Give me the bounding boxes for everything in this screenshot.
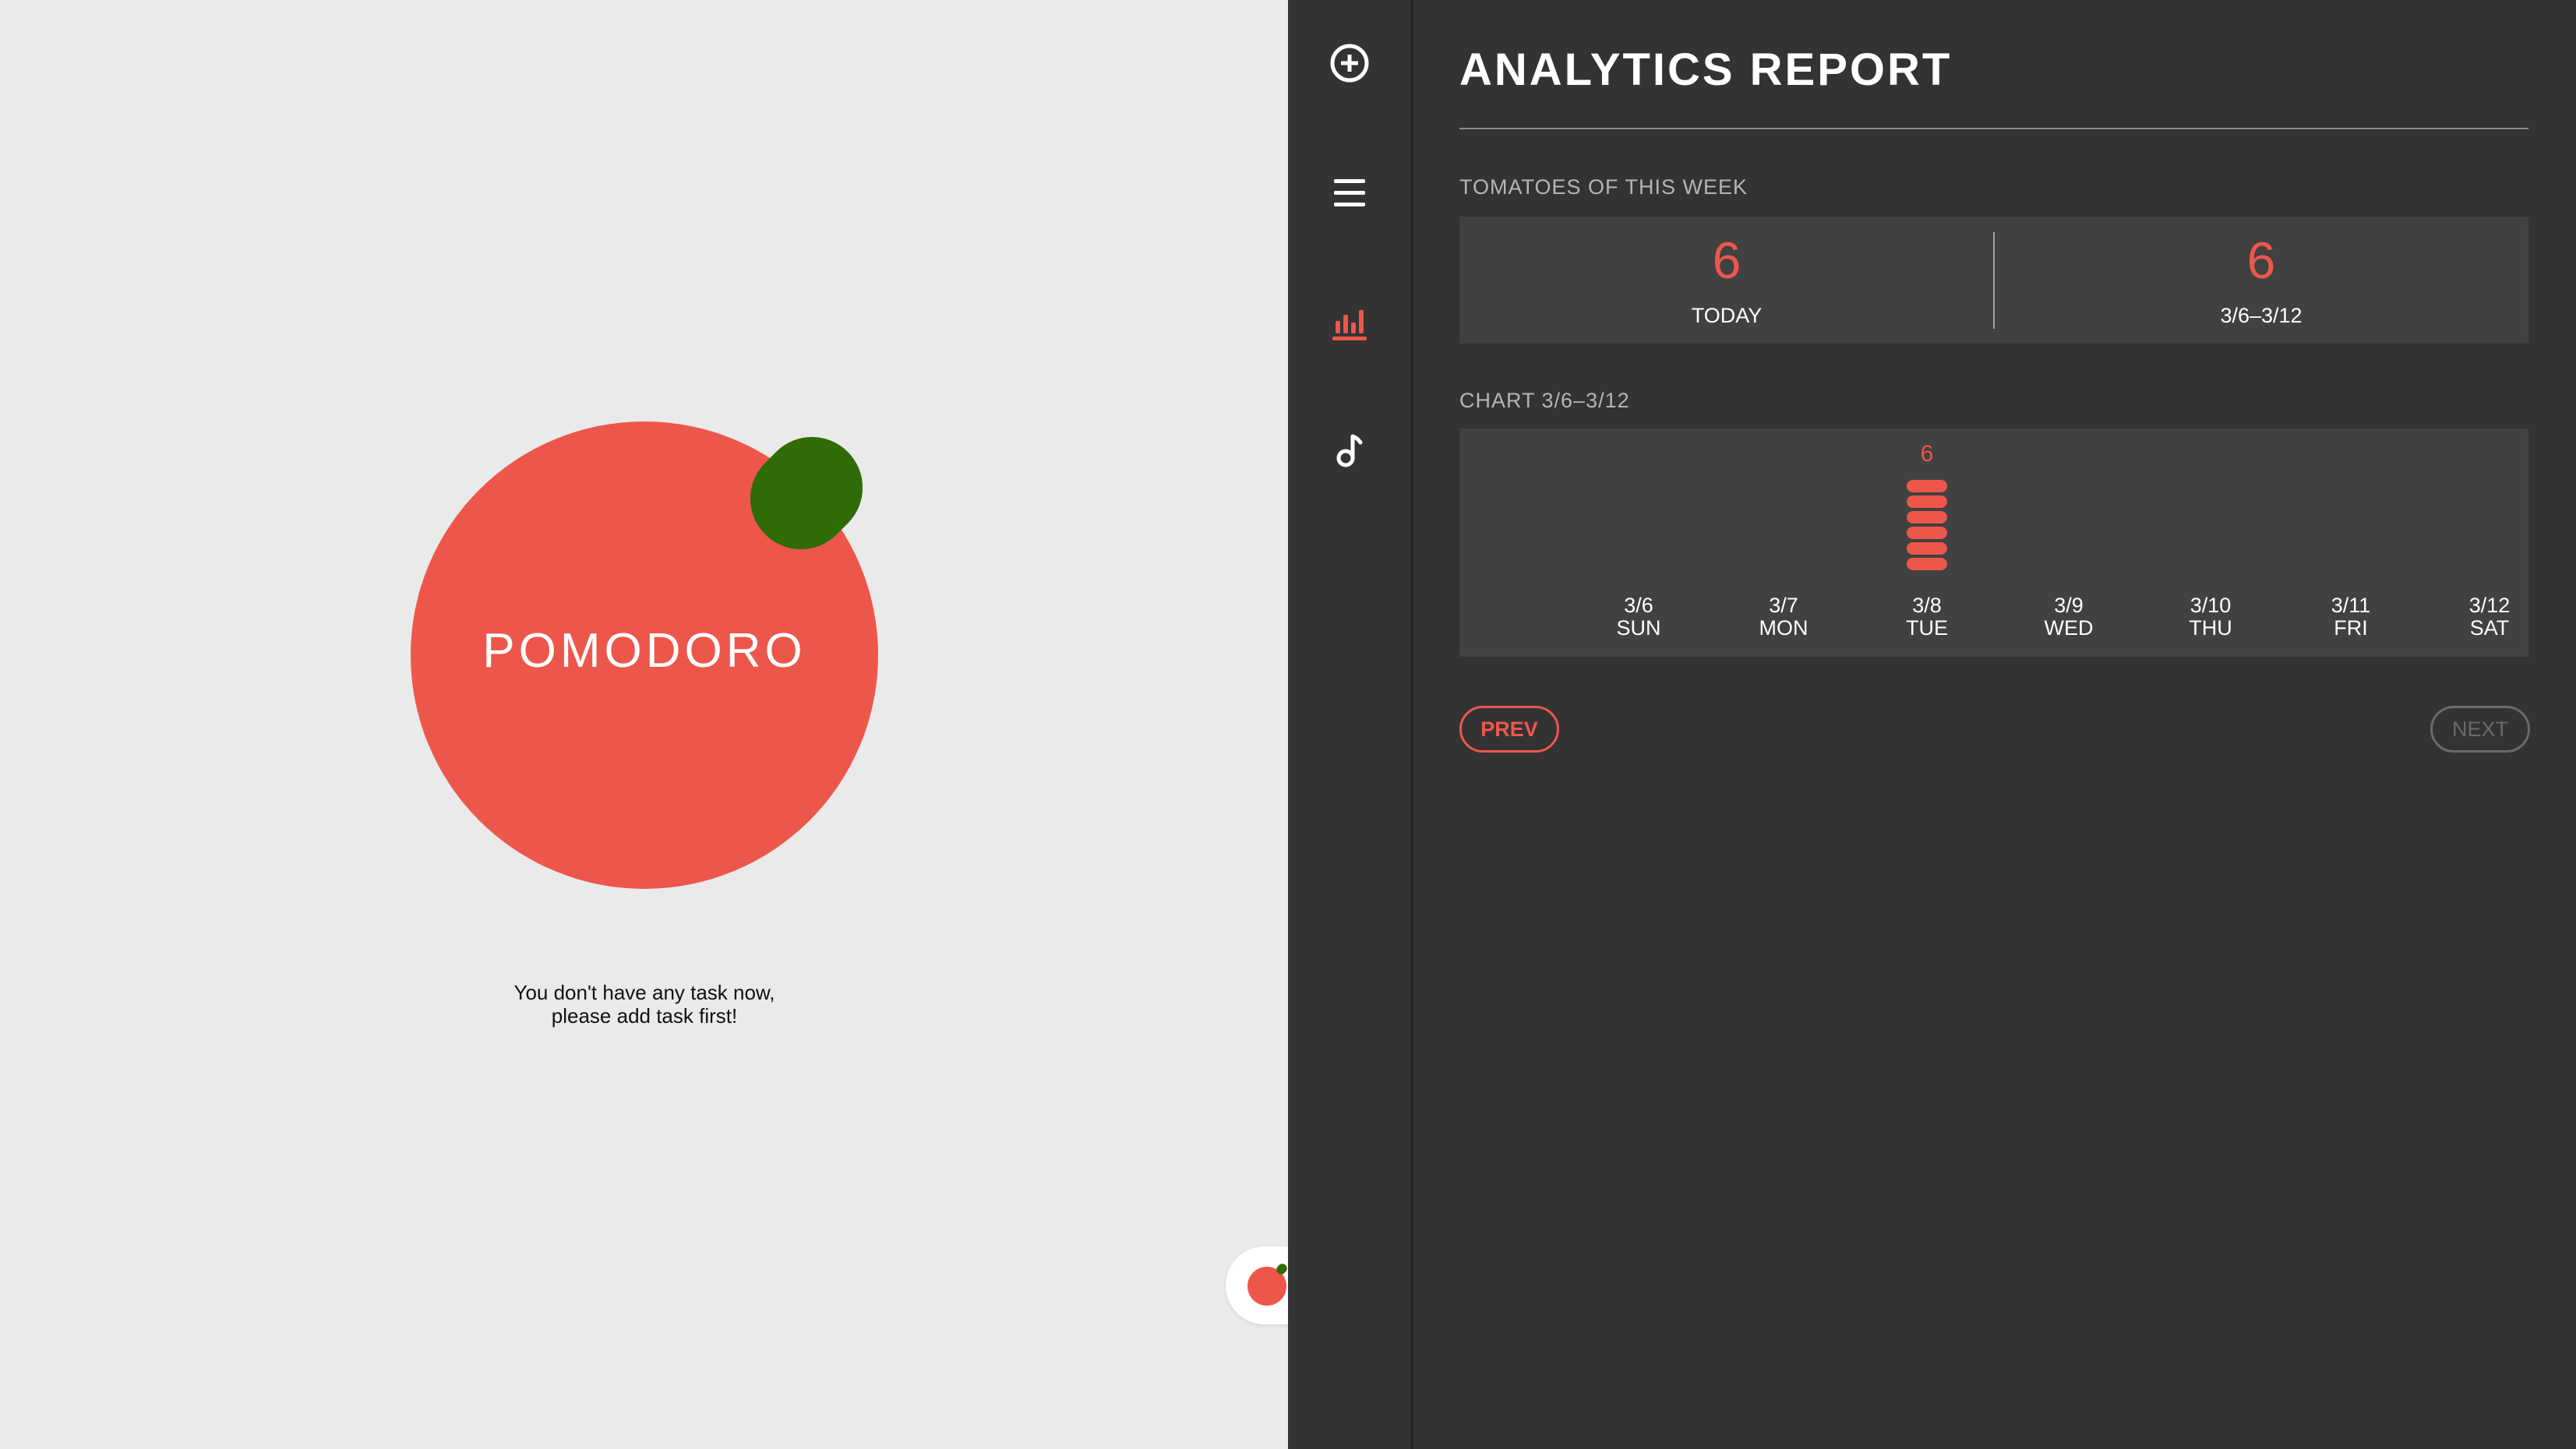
chart-date-label: 3/8 [1912,594,1942,617]
chart-day-1: 3/7 MON [1729,428,1838,657]
empty-task-message-line1: You don't have any task now, [513,981,775,1004]
today-count: 6 [1712,231,1741,289]
bar-chart-icon [1332,310,1367,340]
week-count: 6 [2246,231,2276,289]
prev-week-button[interactable]: PREV [1459,706,1559,753]
next-week-button[interactable]: NEXT [2430,706,2530,753]
chart-tomato-mark [1907,495,1947,508]
menu-icon [1334,179,1365,206]
page-title: ANALYTICS REPORT [1459,44,1953,95]
stats-card: 6 TODAY 6 3/6–3/12 [1459,217,2528,344]
chart-weekday-label: TUE [1906,616,1948,640]
chart-day-5: 3/11 FRI [2296,428,2405,657]
chart-value-label: 6 [1920,441,1934,467]
empty-task-message-line2: please add task first! [551,1004,738,1028]
today-label: TODAY [1691,304,1763,327]
chart-day-2: 6 3/8 TUE [1872,428,1981,657]
timer-area: POMODORO You don't have any task now, pl… [0,0,1366,1449]
music-note-icon [1336,434,1363,467]
chart-weekday-label: SAT [2469,616,2510,640]
sidebar-item-add-task[interactable] [1325,38,1374,88]
chart-weekday-label: THU [2189,616,2232,640]
chart-date-label: 3/9 [2054,594,2084,617]
pomodoro-label: POMODORO [482,624,806,678]
chart-date-label: 3/6 [1624,594,1653,617]
today-stat: 6 TODAY [1459,217,1994,344]
sidebar-item-ringtone[interactable] [1325,425,1374,475]
chart-day-4: 3/10 THU [2156,428,2265,657]
chart-weekday-label: WED [2044,616,2094,640]
chart-tomato-mark [1907,480,1947,492]
week-stat: 6 3/6–3/12 [1994,217,2528,344]
sidebar-item-analytics[interactable] [1325,298,1374,347]
chart-day-3: 3/9 WED [2014,428,2123,657]
chart-weekday-label: SUN [1616,616,1661,640]
add-circle-icon [1330,44,1369,83]
chart-section-label: CHART 3/6–3/12 [1459,389,1630,412]
chart-day-0: 3/6 SUN [1584,428,1693,657]
weekly-chart: 3/6 SUN 3/7 MON 6 3/8 TUE 3/9 WED 3/10 THU 3/11 FRI 3… [1459,428,2528,657]
chart-date-label: 3/12 [2468,594,2511,617]
chart-tomato-mark [1907,527,1947,539]
chart-weekday-label: FRI [2334,616,2368,640]
analytics-panel: ANALYTICS REPORT TOMATOES OF THIS WEEK 6… [1413,0,2576,1449]
chart-date-label: 3/7 [1769,594,1798,617]
chart-day-6: 3/12 SAT [2435,428,2544,657]
week-section-label: TOMATOES OF THIS WEEK [1459,175,1749,199]
week-range-label: 3/6–3/12 [2220,304,2303,327]
sidebar [1288,0,1413,1449]
title-divider [1459,128,2528,129]
chart-date-label: 3/10 [2190,594,2232,617]
chart-tomato-mark [1907,542,1947,555]
chart-date-label: 3/11 [2331,594,2371,617]
sidebar-item-task-list[interactable] [1325,168,1374,218]
chart-weekday-label: MON [1759,616,1808,640]
chart-tomato-mark [1907,511,1947,524]
chart-tomato-mark [1907,558,1947,570]
empty-task-message: You don't have any task now, please add … [411,981,878,1028]
